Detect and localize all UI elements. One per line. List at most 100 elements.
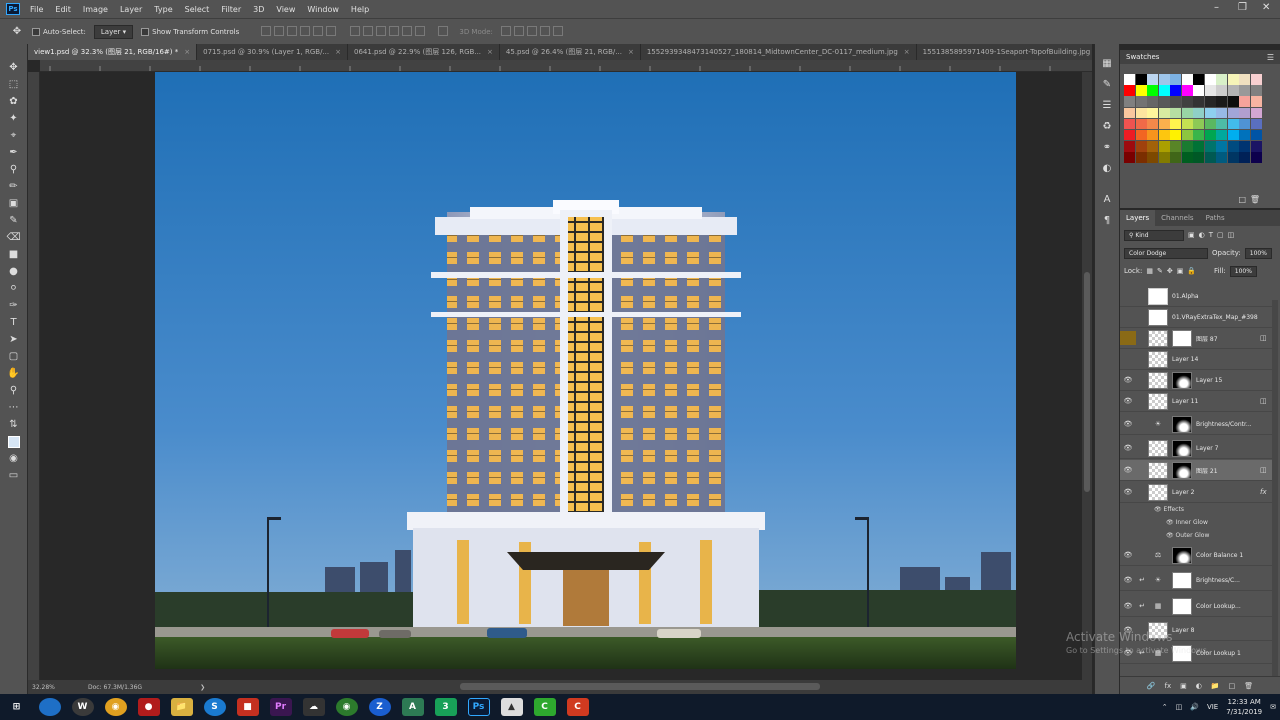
crop-icon[interactable]: ⌖ [7, 130, 21, 142]
visibility-icon[interactable]: 👁 [1120, 488, 1136, 496]
history-icon[interactable]: ▦ [1101, 58, 1113, 70]
color-swatch[interactable] [1158, 152, 1170, 163]
app-icon-green-a[interactable]: A [401, 698, 424, 716]
visibility-icon[interactable]: 👁 [1166, 532, 1174, 539]
3d-slide-icon[interactable] [539, 25, 550, 36]
menu-window[interactable]: Window [307, 5, 339, 14]
layer-name[interactable]: 01.VRayExtraTex_Map_#398 [1172, 314, 1272, 321]
layer-row[interactable]: 👁 ↵ ▦ Color Lookup... [1120, 596, 1272, 617]
layer-row[interactable]: 👁 Layer 11 ◫ [1120, 391, 1272, 412]
color-swatch[interactable] [1147, 107, 1158, 119]
opacity-field[interactable]: 100% [1244, 247, 1272, 259]
auto-align-icon[interactable] [438, 25, 449, 36]
distribute-top-icon[interactable] [349, 25, 360, 36]
menu-file[interactable]: File [30, 5, 43, 14]
tab-0641[interactable]: 0641.psd @ 22.9% (图层 126, RGB... × [348, 44, 500, 60]
layer-row[interactable]: 👁 ↵ ☀ Brightness/C... [1120, 570, 1272, 591]
visibility-icon[interactable]: 👁 [1166, 519, 1174, 526]
add-style-icon[interactable]: fx [1165, 682, 1172, 690]
layer-name[interactable]: 图层 87 [1196, 334, 1260, 343]
distribute-left-icon[interactable] [388, 25, 399, 36]
color-swatch[interactable] [1181, 74, 1193, 85]
color-swatch[interactable] [1204, 74, 1216, 85]
color-swatch[interactable] [1204, 152, 1216, 163]
new-adjustment-icon[interactable]: ◐ [1196, 682, 1202, 690]
layer-row[interactable]: 👁 Layer 2 fx [1120, 482, 1272, 503]
filter-adjust-icon[interactable]: ◐ [1199, 231, 1205, 239]
restore-icon[interactable]: ❐ [1238, 2, 1247, 13]
color-swatch[interactable] [1147, 85, 1158, 96]
visibility-icon[interactable]: 👁 [1120, 551, 1136, 559]
color-swatch[interactable] [1170, 118, 1181, 130]
distribute-right-icon[interactable] [414, 25, 425, 36]
type-icon[interactable]: T [7, 317, 21, 329]
color-swatch[interactable] [1135, 152, 1147, 163]
menu-select[interactable]: Select [185, 5, 210, 14]
color-swatch[interactable] [1170, 96, 1181, 107]
file-explorer-icon[interactable]: 📁 [170, 698, 193, 716]
layer-name[interactable]: Layer 11 [1172, 398, 1260, 405]
color-swatch[interactable] [1250, 141, 1262, 152]
color-label-icon[interactable] [1120, 331, 1136, 345]
color-swatch[interactable] [1250, 107, 1262, 119]
color-swatch[interactable] [1158, 85, 1170, 96]
color-swatch[interactable] [1216, 96, 1227, 107]
color-swatch[interactable] [1147, 118, 1158, 130]
move-tool-icon[interactable]: ✥ [10, 26, 24, 38]
visibility-icon[interactable]: 👁 [1154, 506, 1162, 513]
color-swatch[interactable] [1147, 96, 1158, 107]
visibility-icon[interactable]: 👁 [1120, 602, 1136, 610]
tab-view1[interactable]: view1.psd @ 32.3% (图层 21, RGB/16#) * × [28, 44, 198, 60]
foreground-color-swatch[interactable] [7, 436, 20, 448]
menu-layer[interactable]: Layer [120, 5, 142, 14]
add-mask-icon[interactable]: ▣ [1180, 682, 1187, 690]
color-swatch[interactable] [1239, 141, 1250, 152]
color-swatch[interactable] [1193, 141, 1204, 152]
layer-row[interactable]: 图层 87 ◫ [1120, 328, 1272, 349]
blur-icon[interactable]: ● [7, 266, 21, 278]
shape-icon[interactable]: ▢ [7, 351, 21, 363]
show-transform-checkbox[interactable]: Show Transform Controls [141, 27, 239, 36]
color-swatch[interactable] [1158, 74, 1170, 85]
auto-select-dropdown[interactable]: Layer ▾ [93, 24, 134, 39]
color-swatch[interactable] [1227, 96, 1239, 107]
canvas-vertical-scrollbar[interactable] [1082, 72, 1092, 680]
effects-group[interactable]: 👁 Effects [1154, 506, 1184, 513]
brush-icon[interactable]: ✏ [7, 181, 21, 193]
app-icon-cloud[interactable]: ☁ [302, 698, 325, 716]
healing-brush-icon[interactable]: ⚲ [7, 164, 21, 176]
panel-menu-icon[interactable]: ☰ [1267, 53, 1274, 62]
color-swatch[interactable] [1193, 96, 1204, 107]
filter-pixel-icon[interactable]: ▣ [1188, 231, 1195, 239]
color-swatch[interactable] [1227, 152, 1239, 163]
color-swatch[interactable] [1193, 74, 1204, 85]
distribute-bottom-icon[interactable] [375, 25, 386, 36]
visibility-icon[interactable]: 👁 [1120, 576, 1136, 584]
character-icon[interactable]: A [1101, 194, 1113, 206]
color-swatch[interactable] [1181, 141, 1193, 152]
new-group-icon[interactable]: 📁 [1211, 682, 1220, 690]
color-swatch[interactable] [1227, 129, 1239, 141]
color-swatch[interactable] [1216, 107, 1227, 119]
color-swatch[interactable] [1239, 96, 1250, 107]
more-tools-icon[interactable]: ⋯ [7, 402, 21, 414]
color-swatch[interactable] [1124, 141, 1135, 152]
fx-icon[interactable]: fx [1260, 488, 1272, 496]
new-swatch-icon[interactable]: □ [1238, 195, 1246, 204]
color-swatch[interactable] [1216, 152, 1227, 163]
color-swatch[interactable] [1135, 74, 1147, 85]
layer-row[interactable]: 01.VRayExtraTex_Map_#398 [1120, 307, 1272, 328]
color-swatch[interactable] [1250, 129, 1262, 141]
close-tab-icon[interactable]: × [487, 48, 493, 56]
layer-row[interactable]: 👁 Layer 7 [1120, 438, 1272, 459]
color-swatch[interactable] [1147, 74, 1158, 85]
chrome-icon[interactable]: ◉ [104, 698, 127, 716]
color-swatch[interactable] [1158, 107, 1170, 119]
delete-swatch-icon[interactable]: 🗑 [1250, 195, 1260, 204]
close-tab-icon[interactable]: × [184, 48, 190, 56]
color-swatch[interactable] [1204, 85, 1216, 96]
color-swatch[interactable] [1135, 129, 1147, 141]
visibility-icon[interactable]: 👁 [1120, 466, 1136, 474]
color-swatch[interactable] [1193, 85, 1204, 96]
color-swatch[interactable] [1227, 74, 1239, 85]
